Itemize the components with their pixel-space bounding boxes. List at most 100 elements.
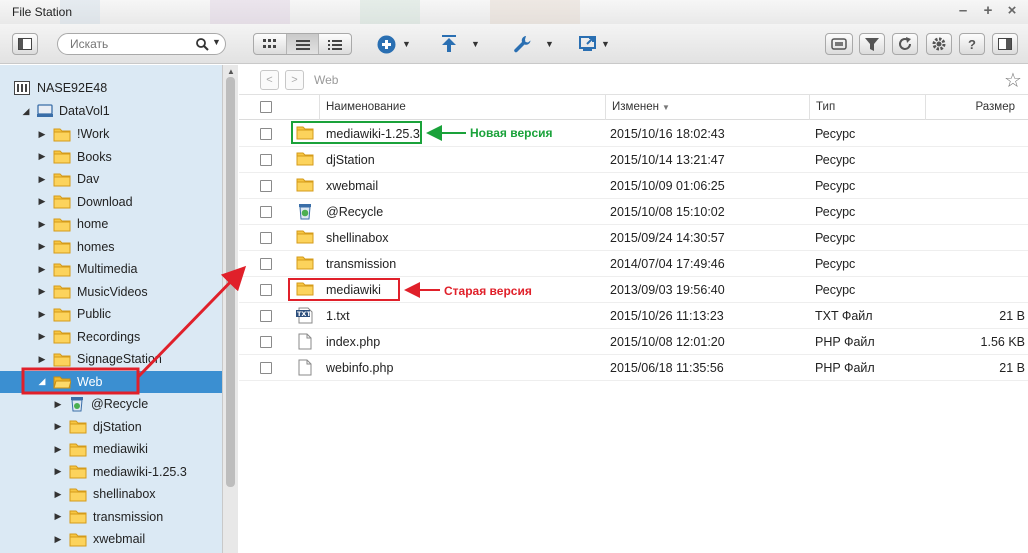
settings-button[interactable] [926,33,952,55]
expanded-arrow-icon[interactable]: ◢ [37,376,47,387]
scrollbar-thumb[interactable] [226,77,235,487]
tree-nas-root[interactable]: NASE92E48 [0,77,222,99]
tree-folder-recordings[interactable]: ▶ Recordings [0,326,222,348]
toggle-sidebar-button[interactable] [12,33,38,55]
row-checkbox[interactable] [260,128,272,140]
expand-arrow-icon[interactable]: ▶ [37,129,47,140]
file-row[interactable]: djStation 2015/10/14 13:21:47 Ресурс [239,147,1028,173]
expand-arrow-icon[interactable]: ▶ [37,241,47,252]
tree-folder-homes[interactable]: ▶ homes [0,236,222,258]
tools-menu-button[interactable]: ▼ [513,34,554,54]
expand-arrow-icon[interactable]: ▶ [53,489,63,500]
row-checkbox[interactable] [260,362,272,374]
file-row[interactable]: TXT 1.txt 2015/10/26 11:13:23 TXT Файл 21 B [239,303,1028,329]
tree-folder-dav[interactable]: ▶ Dav [0,168,222,190]
share-icon [579,36,596,51]
tree-folder-shellinabox[interactable]: ▶ shellinabox [0,483,222,505]
create-menu-button[interactable]: ▼ [377,34,411,54]
row-checkbox[interactable] [260,258,272,270]
expand-arrow-icon[interactable]: ▶ [37,309,47,320]
tree-folder-signagestation[interactable]: ▶ SignageStation [0,348,222,370]
expand-arrow-icon[interactable]: ▶ [37,286,47,297]
tree-folder-multimedia[interactable]: ▶ Multimedia [0,258,222,280]
row-checkbox[interactable] [260,206,272,218]
row-checkbox[interactable] [260,232,272,244]
tree-folder-djstation[interactable]: ▶ djStation [0,416,222,438]
row-checkbox[interactable] [260,310,272,322]
column-header-type[interactable]: Тип [809,95,925,120]
expand-arrow-icon[interactable]: ▶ [37,264,47,275]
file-row[interactable]: shellinabox 2015/09/24 14:30:57 Ресурс [239,225,1028,251]
tree-folder-home[interactable]: ▶ home [0,213,222,235]
filter-button[interactable] [859,33,885,55]
remote-mount-button[interactable] [825,33,853,55]
column-header-modified[interactable]: Изменен ▼ [605,95,809,120]
file-row[interactable]: xwebmail 2015/10/09 01:06:25 Ресурс [239,173,1028,199]
tree-folder-label: !Work [77,127,110,141]
folder-tree-sidebar: NASE92E48 ◢ DataVol1 ▶ !Work ▶ Books ▶ Dav ▶ Do… [0,65,238,553]
upload-menu-button[interactable]: ▼ [441,34,480,54]
list-view-button[interactable] [286,34,320,54]
row-checkbox[interactable] [260,154,272,166]
file-row[interactable]: index.php 2015/10/08 12:01:20 PHP Файл 1.56… [239,329,1028,355]
refresh-button[interactable] [892,33,918,55]
scroll-up-icon[interactable]: ▲ [227,67,235,76]
column-header-size[interactable]: Размер [925,95,1028,120]
minimize-button[interactable]: – [955,3,971,19]
row-checkbox[interactable] [260,336,272,348]
tree-folder-mediawiki[interactable]: ▶ mediawiki [0,438,222,460]
tree-folder-public[interactable]: ▶ Public [0,303,222,325]
folder-icon [69,487,87,502]
expanded-arrow-icon[interactable]: ◢ [21,106,31,117]
file-row[interactable]: mediawiki-1.25.3 2015/10/16 18:02:43 Ресур… [239,121,1028,147]
tree-folder-xwebmail[interactable]: ▶ xwebmail [0,528,222,550]
file-row[interactable]: transmission 2014/07/04 17:49:46 Ресурс [239,251,1028,277]
share-menu-button[interactable]: ▼ [579,34,610,54]
expand-arrow-icon[interactable]: ▶ [37,174,47,185]
tree-volume[interactable]: ◢ DataVol1 [0,100,222,122]
help-button[interactable]: ? [959,33,985,55]
maximize-button[interactable]: + [980,3,996,19]
title-bar: File Station – + × [0,0,1028,24]
tree-folder-books[interactable]: ▶ Books [0,146,222,168]
expand-arrow-icon[interactable]: ▶ [37,354,47,365]
info-panel-button[interactable] [992,33,1018,55]
expand-arrow-icon[interactable]: ▶ [53,511,63,522]
favorite-star-icon[interactable]: ☆ [1004,68,1022,93]
column-header-name[interactable]: Наименование [319,95,605,120]
forward-button[interactable]: > [285,70,304,90]
tree-folder-musicvideos[interactable]: ▶ MusicVideos [0,281,222,303]
old-version-label: Старая версия [444,284,532,298]
back-button[interactable]: < [260,70,279,90]
tree-folder-download[interactable]: ▶ Download [0,191,222,213]
expand-arrow-icon[interactable]: ▶ [37,196,47,207]
expand-arrow-icon[interactable]: ▶ [37,151,47,162]
file-row[interactable]: mediawiki 2013/09/03 19:56:40 Ресурс [239,277,1028,303]
tree-folder-recycle[interactable]: ▶ @Recycle [0,393,222,415]
select-all-checkbox[interactable] [260,101,272,113]
sidebar-scrollbar[interactable]: ▲ [222,65,238,553]
tree-folder-transmission[interactable]: ▶ transmission [0,506,222,528]
search-box[interactable]: ▼ [57,33,226,55]
expand-arrow-icon[interactable]: ▶ [37,331,47,342]
thumbnail-view-button[interactable] [254,34,287,54]
row-checkbox[interactable] [260,180,272,192]
file-type: Ресурс [815,127,856,141]
search-options-chevron-icon[interactable]: ▼ [212,37,221,47]
tree-folder-web[interactable]: ◢ Web [0,370,222,393]
search-input[interactable] [70,37,190,51]
expand-arrow-icon[interactable]: ▶ [53,534,63,545]
expand-arrow-icon[interactable]: ▶ [53,399,63,410]
close-button[interactable]: × [1004,3,1020,19]
row-checkbox[interactable] [260,284,272,296]
tree-folder-work[interactable]: ▶ !Work [0,123,222,145]
expand-arrow-icon[interactable]: ▶ [53,444,63,455]
file-row[interactable]: @Recycle 2015/10/08 15:10:02 Ресурс [239,199,1028,225]
expand-arrow-icon[interactable]: ▶ [53,466,63,477]
detail-view-button[interactable] [319,34,351,54]
search-icon[interactable] [195,37,209,51]
expand-arrow-icon[interactable]: ▶ [53,421,63,432]
expand-arrow-icon[interactable]: ▶ [37,219,47,230]
tree-folder-mediawiki-1-25-3[interactable]: ▶ mediawiki-1.25.3 [0,461,222,483]
file-row[interactable]: webinfo.php 2015/06/18 11:35:56 PHP Файл 21… [239,355,1028,381]
